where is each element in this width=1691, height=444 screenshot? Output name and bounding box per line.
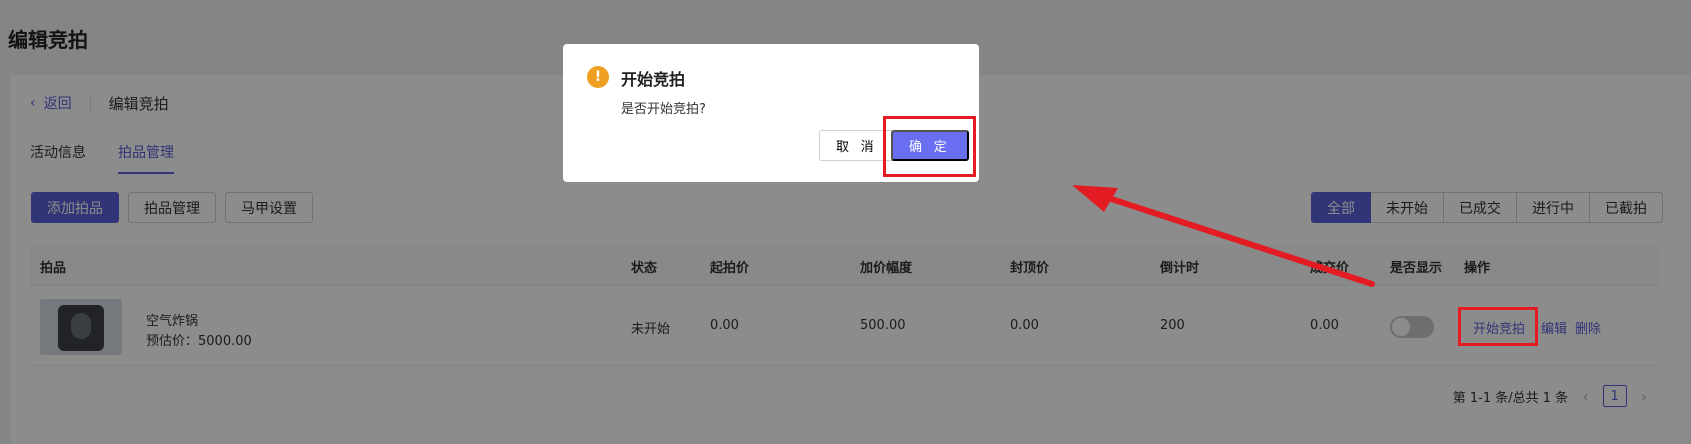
- dialog-content: 是否开始竞拍?: [621, 102, 706, 117]
- highlight-start-auction: [1458, 307, 1538, 346]
- warning-icon: !: [587, 66, 609, 88]
- highlight-confirm: [883, 116, 976, 177]
- dialog-title: 开始竞拍: [621, 70, 686, 89]
